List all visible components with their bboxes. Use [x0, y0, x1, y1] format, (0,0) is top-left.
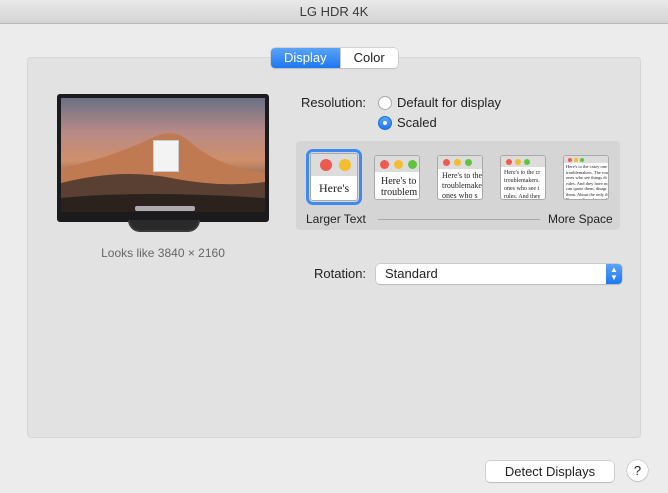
window-title: LG HDR 4K — [0, 0, 668, 24]
chevron-updown-icon: ▲ ▼ — [606, 264, 622, 284]
document-window — [153, 140, 179, 172]
close-dot-icon — [380, 160, 389, 169]
scale-option-1-text: Here's — [319, 181, 350, 195]
minimize-dot-icon — [454, 159, 461, 166]
scale-option-5[interactable]: Here's to the crazy one troublemakers. T… — [563, 155, 609, 200]
radio-scaled-label[interactable]: Scaled — [397, 115, 437, 130]
tab-group: Display Color — [271, 48, 398, 68]
larger-text-label: Larger Text — [306, 212, 366, 226]
radio-default-label[interactable]: Default for display — [397, 95, 501, 110]
scale-option-1[interactable]: Here's — [306, 149, 362, 205]
zoom-dot-icon — [465, 159, 472, 166]
close-dot-icon — [443, 159, 450, 166]
zoom-dot-icon — [408, 160, 417, 169]
rotation-value: Standard — [385, 266, 438, 281]
minimize-dot-icon — [394, 160, 403, 169]
display-preview — [57, 94, 269, 222]
scale-option-3-text: Here's to the troublemake ones who s — [442, 171, 483, 200]
desktop-wallpaper — [61, 98, 265, 212]
close-dot-icon — [506, 159, 512, 165]
resolution-label: Resolution: — [301, 95, 367, 110]
monitor-stand — [128, 220, 200, 232]
more-space-label: More Space — [548, 212, 613, 226]
scaling-track — [378, 219, 540, 220]
minimize-dot-icon — [515, 159, 521, 165]
scale-option-2[interactable]: Here's to troublem — [374, 155, 420, 200]
tab-color[interactable]: Color — [339, 48, 398, 68]
radio-default-for-display[interactable] — [378, 96, 392, 110]
close-dot-icon — [568, 158, 572, 162]
dock — [135, 206, 195, 211]
rotation-label: Rotation: — [314, 266, 367, 281]
scale-option-3[interactable]: Here's to the troublemake ones who s — [437, 155, 483, 200]
rotation-select[interactable]: Standard ▲ ▼ — [376, 264, 622, 284]
radio-scaled[interactable] — [378, 116, 392, 130]
looks-like-label: Looks like 3840 × 2160 — [101, 246, 225, 260]
scale-option-4[interactable]: Here's to the cr troublemakers. ones who… — [500, 155, 546, 200]
scale-option-5-text: Here's to the crazy one troublemakers. T… — [566, 164, 609, 200]
close-dot-icon — [320, 159, 332, 171]
zoom-dot-icon — [580, 158, 584, 162]
scale-option-2-text: Here's to troublem — [381, 176, 418, 198]
scale-option-4-text: Here's to the cr troublemakers. ones who… — [504, 170, 541, 200]
help-button[interactable]: ? — [627, 460, 648, 481]
minimize-dot-icon — [339, 159, 351, 171]
tab-display[interactable]: Display — [271, 48, 340, 68]
zoom-dot-icon — [524, 159, 530, 165]
minimize-dot-icon — [574, 158, 578, 162]
detect-displays-button[interactable]: Detect Displays — [486, 461, 614, 482]
